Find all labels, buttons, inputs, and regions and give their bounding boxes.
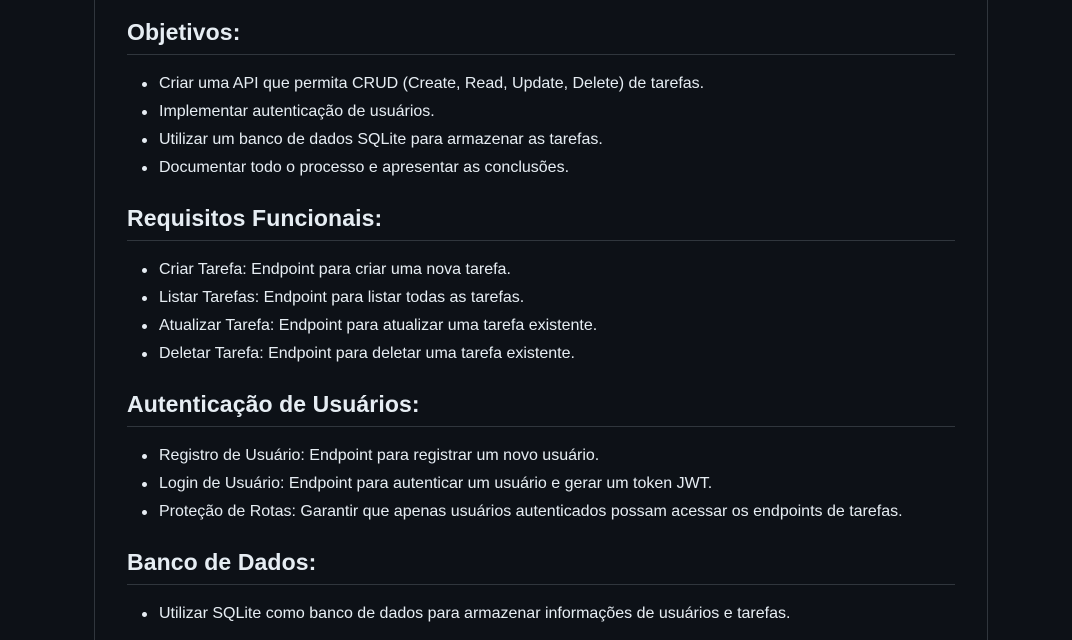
list-item-text: Criar uma API que permita CRUD (Create, … bbox=[159, 75, 705, 92]
list-item: Deletar Tarefa: Endpoint para deletar um… bbox=[127, 340, 955, 368]
section-heading: Requisitos Funcionais: bbox=[127, 203, 955, 241]
section-banco-de-dados: Banco de Dados: Utilizar SQLite como ban… bbox=[127, 547, 955, 622]
section-heading: Banco de Dados: bbox=[127, 547, 955, 585]
list-item: Utilizar um banco de dados SQLite para a… bbox=[127, 126, 955, 154]
list-item-text: Atualizar Tarefa: Endpoint para atualiza… bbox=[159, 317, 598, 334]
list-item: Criar Tarefa: Endpoint para criar uma no… bbox=[127, 256, 955, 284]
bullet-icon bbox=[142, 110, 147, 115]
bullet-list: Criar uma API que permita CRUD (Create, … bbox=[127, 70, 955, 182]
section-heading: Objetivos: bbox=[127, 17, 955, 55]
list-item: Login de Usuário: Endpoint para autentic… bbox=[127, 470, 955, 498]
bullet-icon bbox=[142, 454, 147, 459]
bullet-icon bbox=[142, 482, 147, 487]
list-item: Utilizar SQLite como banco de dados para… bbox=[127, 600, 955, 628]
list-item-text: Proteção de Rotas: Garantir que apenas u… bbox=[159, 503, 903, 520]
list-item: Proteção de Rotas: Garantir que apenas u… bbox=[127, 498, 955, 526]
bullet-list: Utilizar SQLite como banco de dados para… bbox=[127, 600, 955, 628]
bullet-icon bbox=[142, 324, 147, 329]
bullet-icon bbox=[142, 296, 147, 301]
bullet-icon bbox=[142, 352, 147, 357]
list-item: Registro de Usuário: Endpoint para regis… bbox=[127, 442, 955, 470]
bullet-icon bbox=[142, 138, 147, 143]
list-item-text: Listar Tarefas: Endpoint para listar tod… bbox=[159, 289, 525, 306]
bullet-list: Criar Tarefa: Endpoint para criar uma no… bbox=[127, 256, 955, 368]
list-item-text: Utilizar SQLite como banco de dados para… bbox=[159, 605, 791, 622]
list-item-text: Documentar todo o processo e apresentar … bbox=[159, 159, 570, 176]
bullet-icon bbox=[142, 268, 147, 273]
section-objetivos: Objetivos: Criar uma API que permita CRU… bbox=[127, 17, 955, 176]
bullet-list: Registro de Usuário: Endpoint para regis… bbox=[127, 442, 955, 526]
list-item-text: Criar Tarefa: Endpoint para criar uma no… bbox=[159, 261, 511, 278]
list-item-text: Deletar Tarefa: Endpoint para deletar um… bbox=[159, 345, 575, 362]
list-item: Implementar autenticação de usuários. bbox=[127, 98, 955, 126]
list-item-text: Login de Usuário: Endpoint para autentic… bbox=[159, 475, 713, 492]
list-item-text: Utilizar um banco de dados SQLite para a… bbox=[159, 131, 603, 148]
bullet-icon bbox=[142, 510, 147, 515]
bullet-icon bbox=[142, 612, 147, 617]
list-item-text: Implementar autenticação de usuários. bbox=[159, 103, 435, 120]
section-heading: Autenticação de Usuários: bbox=[127, 389, 955, 427]
list-item: Listar Tarefas: Endpoint para listar tod… bbox=[127, 284, 955, 312]
list-item: Criar uma API que permita CRUD (Create, … bbox=[127, 70, 955, 98]
list-item-text: Registro de Usuário: Endpoint para regis… bbox=[159, 447, 600, 464]
readme-container: Objetivos: Criar uma API que permita CRU… bbox=[94, 0, 988, 640]
list-item: Atualizar Tarefa: Endpoint para atualiza… bbox=[127, 312, 955, 340]
bullet-icon bbox=[142, 82, 147, 87]
list-item: Documentar todo o processo e apresentar … bbox=[127, 154, 955, 182]
bullet-icon bbox=[142, 166, 147, 171]
section-requisitos-funcionais: Requisitos Funcionais: Criar Tarefa: End… bbox=[127, 203, 955, 362]
section-autenticacao: Autenticação de Usuários: Registro de Us… bbox=[127, 389, 955, 520]
